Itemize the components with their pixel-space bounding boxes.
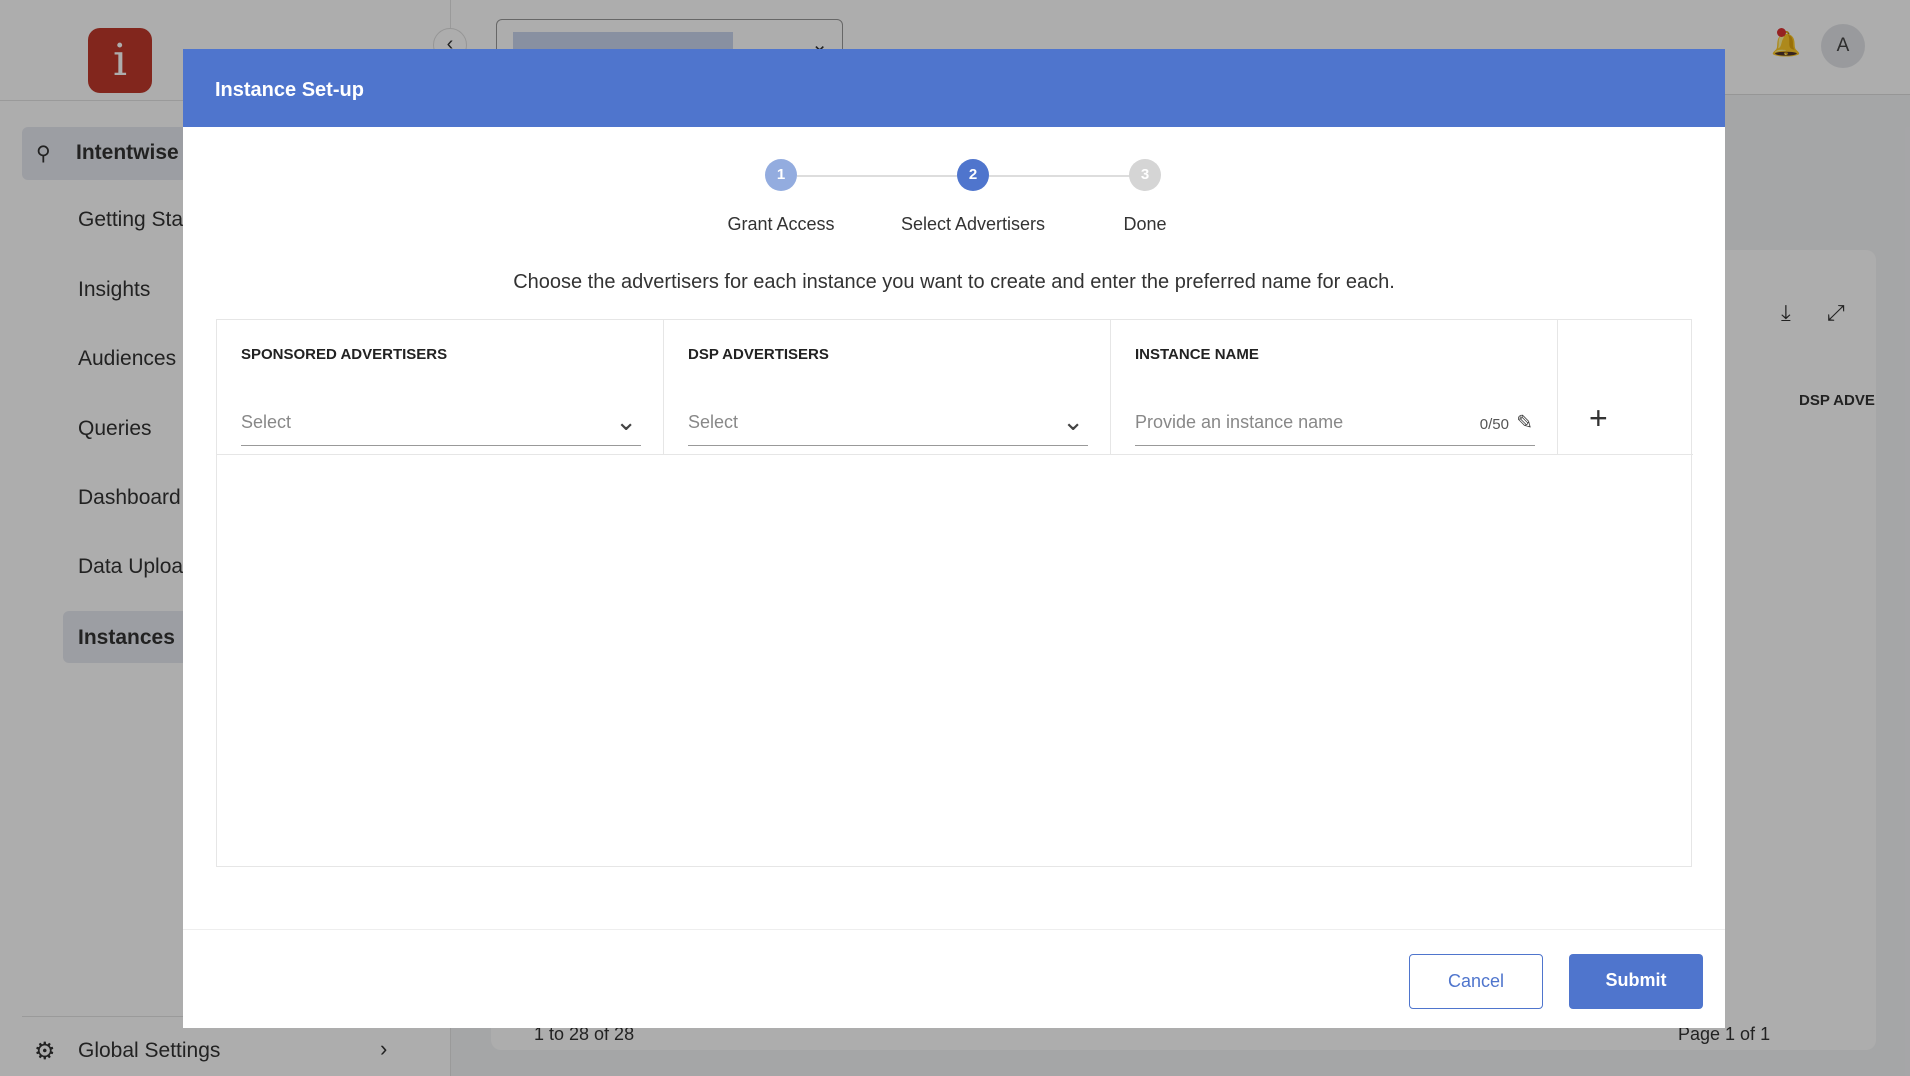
chevron-down-icon: ⌄ (615, 406, 637, 436)
underline (1135, 445, 1535, 446)
cancel-button[interactable]: Cancel (1409, 954, 1543, 1009)
instance-name-input[interactable]: Provide an instance name 0/50 ✎ (1135, 410, 1535, 446)
sponsored-advertisers-select[interactable]: Select ⌄ (241, 406, 641, 446)
row-divider (217, 454, 1693, 455)
underline (241, 445, 641, 446)
instance-setup-modal: Instance Set-up 1 2 3 Grant Access Selec… (183, 49, 1725, 1028)
column-header-instance-name: INSTANCE NAME (1135, 346, 1259, 363)
dsp-advertisers-select[interactable]: Select ⌄ (688, 406, 1088, 446)
step-1-circle: 1 (765, 159, 797, 191)
column-divider (1557, 320, 1558, 454)
input-placeholder: Provide an instance name (1135, 412, 1344, 432)
step-2-label: Select Advertisers (900, 214, 1046, 234)
step-1-label: Grant Access (727, 214, 835, 234)
advertiser-table: SPONSORED ADVERTISERS DSP ADVERTISERS IN… (216, 319, 1693, 867)
column-divider (1110, 320, 1111, 454)
modal-title: Instance Set-up (183, 49, 1725, 127)
submit-button[interactable]: Submit (1569, 954, 1703, 1009)
column-divider (663, 320, 664, 454)
char-counter: 0/50 (1479, 416, 1509, 433)
footer-divider (183, 929, 1725, 930)
select-placeholder: Select (688, 412, 739, 432)
step-3-label: Done (1123, 214, 1167, 234)
add-row-button[interactable]: + (1589, 400, 1608, 437)
instructions: Choose the advertisers for each instance… (513, 271, 1395, 293)
step-3-circle: 3 (1129, 159, 1161, 191)
underline (688, 445, 1088, 446)
step-2-circle: 2 (957, 159, 989, 191)
column-header-dsp: DSP ADVERTISERS (688, 346, 829, 363)
column-header-sponsored: SPONSORED ADVERTISERS (241, 346, 448, 363)
select-placeholder: Select (241, 412, 292, 432)
chevron-down-icon: ⌄ (1062, 406, 1084, 436)
pencil-icon: ✎ (1516, 412, 1533, 434)
